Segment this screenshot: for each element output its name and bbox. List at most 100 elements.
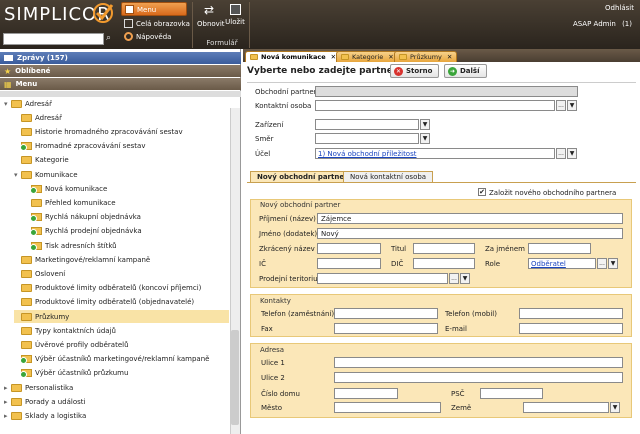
- sidebar-item[interactable]: ▸ Sklady a logistika: [4, 409, 229, 422]
- sidebar-item[interactable]: Nová komunikace: [24, 182, 229, 195]
- dic-input[interactable]: [413, 258, 475, 269]
- chevron-down-icon[interactable]: ▼: [608, 258, 618, 269]
- sidebar-item-label: Marketingové/reklamní kampaně: [35, 255, 151, 264]
- sidebar-item[interactable]: ▸ Personalistika: [4, 381, 229, 394]
- sidebar-item[interactable]: Úvěrové profily odběratelů: [14, 338, 229, 351]
- subtab-new-partner[interactable]: Nový obchodní partner: [250, 171, 355, 182]
- save-button[interactable]: Uložit: [223, 3, 247, 26]
- device-select[interactable]: [315, 119, 419, 130]
- sidebar-item[interactable]: Historie hromadného zpracovávání sestav: [14, 125, 229, 138]
- collapse-arrow-icon[interactable]: ▾: [4, 100, 11, 108]
- phone-work-input[interactable]: [334, 308, 438, 319]
- expand-arrow-icon[interactable]: ▸: [4, 384, 11, 392]
- firstname-input[interactable]: Nový: [317, 228, 623, 239]
- next-button[interactable]: ➜ Další: [444, 64, 487, 78]
- menu-button[interactable]: Menu: [121, 2, 187, 16]
- zip-input[interactable]: [480, 388, 543, 399]
- contact-label: Kontaktní osoba: [255, 102, 312, 110]
- refresh-button[interactable]: ⇄ Obnovit: [197, 3, 225, 28]
- expand-arrow-icon[interactable]: ▸: [4, 412, 11, 420]
- close-icon[interactable]: ✕: [447, 53, 452, 61]
- purpose-link[interactable]: 1) Nová obchodní příležitost: [318, 150, 417, 158]
- sidebar-item[interactable]: Produktové limity odběratelů (koncoví př…: [14, 282, 229, 295]
- tab-nova-komunikace[interactable]: Nová komunikace ✕: [245, 51, 342, 62]
- role-field[interactable]: Odběratel: [528, 258, 596, 269]
- after-name-input[interactable]: [528, 243, 591, 254]
- help-button[interactable]: Nápověda: [124, 32, 171, 41]
- territory-label: Prodejní teritorium: [259, 275, 325, 283]
- phone-work-label: Telefon (zaměstnání): [261, 310, 335, 318]
- fax-input[interactable]: [334, 323, 438, 334]
- street1-input[interactable]: [334, 357, 623, 368]
- surname-input[interactable]: Zájemce: [317, 213, 623, 224]
- direction-select[interactable]: [315, 133, 419, 144]
- sidebar-item-label: Produktové limity odběratelů (koncoví př…: [35, 284, 202, 293]
- shortname-input[interactable]: [317, 243, 381, 254]
- chevron-down-icon[interactable]: ▼: [567, 148, 577, 159]
- country-select[interactable]: [523, 402, 609, 413]
- sidebar-item[interactable]: ▾ Komunikace: [14, 168, 229, 181]
- email-input[interactable]: [519, 323, 623, 334]
- menu-header-label: Menu: [15, 80, 38, 88]
- close-icon[interactable]: ✕: [388, 53, 393, 61]
- sidebar-item[interactable]: Produktové limity odběratelů (objednavat…: [14, 296, 229, 309]
- sidebar-item[interactable]: Průzkumy: [14, 310, 229, 323]
- search-input[interactable]: [3, 33, 104, 45]
- cancel-button[interactable]: ✕ Storno: [390, 64, 439, 78]
- dic-label: DIČ: [391, 260, 404, 268]
- sidebar-item[interactable]: ▾ Adresář: [4, 97, 229, 110]
- territory-browse-button[interactable]: ...: [449, 273, 459, 284]
- form-folder-icon: [20, 368, 32, 379]
- sidebar-item[interactable]: Hromadné zpracovávání sestav: [14, 140, 229, 153]
- chevron-down-icon[interactable]: ▼: [420, 133, 430, 144]
- messages-header[interactable]: Zprávy (157): [0, 52, 241, 64]
- ic-input[interactable]: [317, 258, 381, 269]
- chevron-down-icon[interactable]: ▼: [610, 402, 620, 413]
- contact-field[interactable]: [315, 100, 555, 111]
- form-folder-icon: [20, 354, 32, 365]
- chevron-down-icon[interactable]: ▼: [460, 273, 470, 284]
- refresh-label: Obnovit: [197, 20, 225, 28]
- chevron-down-icon[interactable]: ▼: [567, 100, 577, 111]
- search-icon[interactable]: ⌕: [106, 33, 116, 44]
- sidebar-item[interactable]: Rychlá prodejní objednávka: [24, 225, 229, 238]
- house-number-input[interactable]: [334, 388, 398, 399]
- sidebar-item[interactable]: Kategorie: [14, 154, 229, 167]
- phone-mobile-input[interactable]: [519, 308, 623, 319]
- collapse-arrow-icon[interactable]: ▾: [14, 171, 21, 179]
- sidebar-item[interactable]: Tisk adresních štítků: [24, 239, 229, 252]
- folder-icon: [21, 127, 32, 136]
- sidebar-scrollbar-thumb[interactable]: [231, 330, 239, 425]
- menu-header[interactable]: ▦ Menu: [0, 78, 241, 90]
- sidebar-item[interactable]: Marketingové/reklamní kampaně: [14, 253, 229, 266]
- tab-kategorie[interactable]: Kategorie ✕: [336, 51, 399, 62]
- role-link[interactable]: Odběratel: [531, 260, 566, 268]
- role-browse-button[interactable]: ...: [597, 258, 607, 269]
- sidebar-item[interactable]: Adresář: [14, 111, 229, 124]
- contact-browse-button[interactable]: ...: [556, 100, 566, 111]
- title-input[interactable]: [413, 243, 475, 254]
- create-new-checkbox[interactable]: ✔: [478, 188, 486, 196]
- partner-field: [315, 86, 578, 97]
- tab-pruzkumy[interactable]: Průzkumy ✕: [394, 51, 458, 62]
- favorites-header[interactable]: ★ Oblíbené: [0, 65, 241, 77]
- role-label: Role: [485, 260, 501, 268]
- chevron-down-icon[interactable]: ▼: [420, 119, 430, 130]
- sidebar-item[interactable]: Rychlá nákupní objednávka: [24, 211, 229, 224]
- sidebar-item[interactable]: Přehled komunikace: [24, 196, 229, 209]
- logout-link[interactable]: Odhlásit: [605, 4, 634, 12]
- street2-input[interactable]: [334, 372, 623, 383]
- sidebar-item[interactable]: ▸ Porady a události: [4, 395, 229, 408]
- help-icon: [124, 32, 133, 41]
- sidebar-item[interactable]: Výběr účastníků průzkumu: [14, 367, 229, 380]
- subtab-new-contact[interactable]: Nová kontaktní osoba: [343, 171, 434, 182]
- full-screen-button[interactable]: Celá obrazovka: [124, 19, 190, 28]
- territory-field[interactable]: [317, 273, 448, 284]
- sidebar-item[interactable]: Typy kontaktních údajů: [14, 324, 229, 337]
- purpose-field[interactable]: 1) Nová obchodní příležitost: [315, 148, 555, 159]
- expand-arrow-icon[interactable]: ▸: [4, 398, 11, 406]
- sidebar-item[interactable]: Výběr účastníků marketingové/reklamní ka…: [14, 353, 229, 366]
- sidebar-item[interactable]: Oslovení: [14, 267, 229, 280]
- city-input[interactable]: [334, 402, 441, 413]
- purpose-browse-button[interactable]: ...: [556, 148, 566, 159]
